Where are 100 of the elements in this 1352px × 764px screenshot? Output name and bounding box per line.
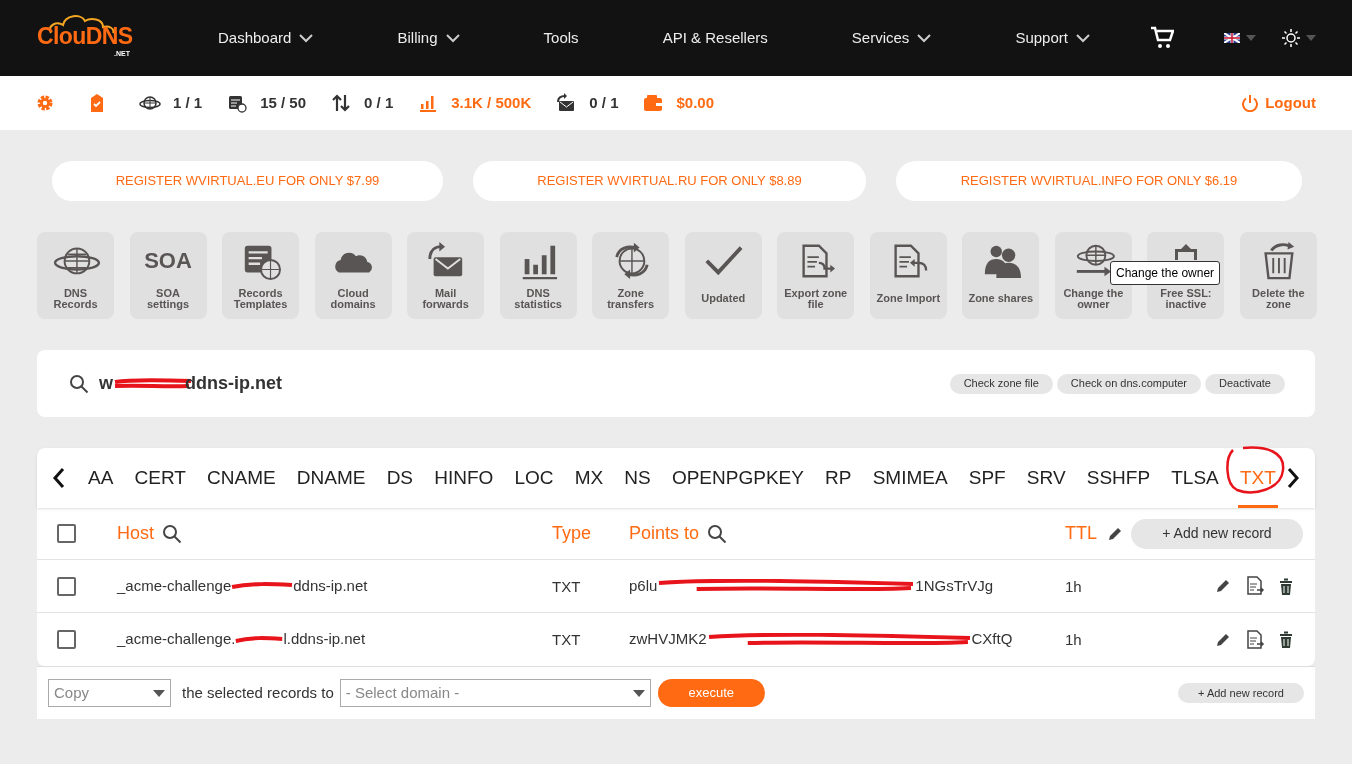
host-text: _acme-challenge [117,575,232,596]
pencil-icon[interactable] [1107,525,1123,542]
nav-menu-item[interactable]: Billing [397,26,460,50]
record-type-tab[interactable]: CNAME [205,448,278,508]
host-text: ddns-ip.net [293,575,368,596]
nav-menu-item[interactable]: Support [1015,26,1090,50]
zone-name: ddns-ip.net [185,372,282,395]
zone-tool-tile[interactable]: Export zone file [777,232,855,319]
zone-tool-tile[interactable]: Zone transfers [592,232,670,319]
record-type-tab[interactable]: CERT [132,448,188,508]
zone-action-button[interactable]: Check zone file [949,373,1053,394]
points-to-text: zwHVJMK2 [629,629,707,650]
row-checkbox[interactable] [57,576,76,596]
record-type-tab[interactable]: TLSA [1169,448,1221,508]
nav-menu-item[interactable]: Tools [543,26,579,50]
gear-icon[interactable] [36,94,54,112]
add-record-button[interactable]: + Add new record [1178,683,1304,703]
cart-icon[interactable] [1150,26,1174,50]
sun-icon[interactable] [1282,29,1300,47]
points-to-text: 1NGsTrVJg [915,575,994,596]
chevron-down-icon [445,33,460,43]
caret-icon [1246,35,1256,41]
circle-annotation [1223,444,1287,496]
nav-menu-item[interactable]: Services [851,26,932,50]
zone-tool-tile[interactable]: Zone Import [869,232,947,319]
record-type-tab[interactable]: DNAME [294,448,368,508]
records-stat-icon[interactable] [226,93,249,113]
action-dropdown[interactable]: Copy [48,679,171,707]
record-type-tab[interactable]: RP [823,448,854,508]
host-text: l.ddns-ip.net [283,629,366,650]
record-type-tab[interactable]: SMIMEA [870,448,950,508]
stat-value: 0 / 1 [589,92,619,113]
trash-icon[interactable] [1279,577,1293,595]
ttl-cell-text: 1h [1065,630,1083,650]
caret-icon [153,689,165,697]
chevron-down-icon [1075,33,1090,43]
export-file-icon[interactable] [1245,576,1265,596]
chevron-down-icon [917,33,932,43]
add-record-button[interactable]: + Add new record [1131,518,1303,549]
type-cell-text: TXT [552,630,582,650]
record-type-tab[interactable]: HINFO [432,448,496,508]
record-type-tab[interactable]: SRV [1024,448,1068,508]
pencil-icon[interactable] [1215,578,1231,594]
zone-tool-tile[interactable]: Delete the zone [1239,232,1317,319]
tag-check-icon[interactable] [89,93,105,113]
redaction-mark [235,634,284,645]
search-icon[interactable] [162,523,182,544]
stat-value: $0.00 [676,92,715,113]
stat-value: 1 / 1 [173,92,203,113]
zone-tool-tile[interactable]: DNS statistics [499,232,577,319]
bulk-label: the selected records to [182,682,334,703]
nav-menu-item[interactable]: API & Resellers [662,26,768,50]
caret-icon [632,689,645,697]
nav-menu-item[interactable]: Dashboard [218,26,314,50]
record-type-tab[interactable]: OPENPGPKEY [669,448,806,508]
stat-value: 15 / 50 [260,92,307,113]
chevron-right-icon[interactable] [1286,467,1300,489]
transfers-stat-icon[interactable] [330,93,353,113]
host-text: _acme-challenge. [117,629,236,650]
record-type-tab[interactable]: AA [86,448,116,508]
row-checkbox[interactable] [57,630,76,649]
record-type-tab[interactable]: LOC [512,448,556,508]
zone-tool-tile[interactable]: DNS Records [37,232,114,319]
zones-stat-icon[interactable] [139,93,161,113]
record-type-tab[interactable]: DS [384,448,416,508]
record-type-tab[interactable]: SPF [966,448,1008,508]
select-all-checkbox[interactable] [57,524,76,543]
chevron-down-icon [299,33,314,43]
chevron-left-icon[interactable] [52,467,66,489]
zone-tool-tile[interactable]: Zone shares [962,232,1040,319]
zone-name: w [99,372,113,395]
zone-tool-tile[interactable]: Records Templates [222,232,300,319]
pencil-icon[interactable] [1215,631,1231,648]
zone-action-button[interactable]: Deactivate [1205,373,1285,394]
zone-tool-tile[interactable]: SOA SOA settings [129,232,207,319]
search-icon [69,373,89,394]
zone-tool-tile[interactable]: Mail forwards [407,232,485,319]
export-file-icon[interactable] [1245,629,1265,650]
caret-icon [1306,35,1316,41]
flag-icon[interactable] [1224,33,1240,43]
power-icon [1241,94,1260,112]
points-to-text: CXftQ [971,629,1013,650]
redaction-mark [231,581,294,591]
record-type-tab[interactable]: MX [572,448,606,508]
zone-action-button[interactable]: Check on dns.computer [1056,373,1201,394]
record-type-tab[interactable]: NS [622,448,653,508]
stat-value: 0 / 1 [364,92,394,113]
points-to-text: p6lu [629,575,658,596]
trash-icon[interactable] [1279,631,1293,648]
domain-dropdown[interactable]: - Select domain - [339,679,651,707]
tooltip: Change the owner [1110,261,1221,285]
type-cell-text: TXT [552,577,582,597]
search-icon[interactable] [707,523,728,544]
ttl-cell-text: 1h [1065,577,1083,597]
record-type-tab[interactable]: SSHFP [1084,448,1153,508]
stat-value: 3.1K / 500K [451,92,532,113]
wallet-stat-icon[interactable] [642,93,665,113]
zone-tool-tile[interactable]: Updated [684,232,762,319]
zone-tool-tile[interactable]: Cloud domains [314,232,392,319]
soa-icon-text: SOA [144,246,192,275]
